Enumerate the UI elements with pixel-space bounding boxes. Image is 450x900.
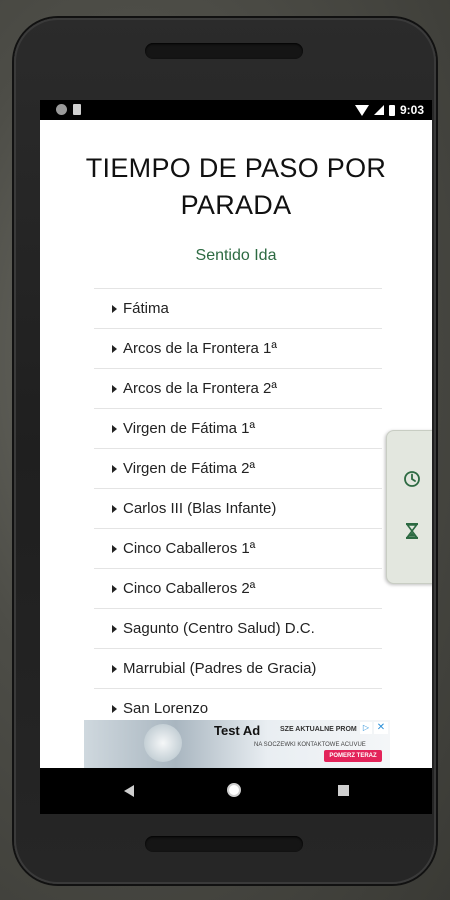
stop-list-item[interactable]: Arcos de la Frontera 2ª xyxy=(94,369,382,409)
stop-list-item[interactable]: Marrubial (Padres de Gracia) xyxy=(94,649,382,689)
bottom-speaker xyxy=(145,836,303,852)
caret-right-icon xyxy=(112,704,117,713)
stop-list-item[interactable]: Cinco Caballeros 2ª xyxy=(94,569,382,609)
stop-list-item[interactable]: Arcos de la Frontera 1ª xyxy=(94,329,382,369)
stop-label: Marrubial (Padres de Gracia) xyxy=(123,660,317,677)
stop-list: Fátima Arcos de la Frontera 1ª Arcos de … xyxy=(94,288,382,729)
ad-close-icon[interactable]: ✕ xyxy=(374,722,388,734)
ad-label: Test Ad xyxy=(214,723,261,738)
signal-icon xyxy=(373,105,384,115)
stop-list-item[interactable]: Sagunto (Centro Salud) D.C. xyxy=(94,609,382,649)
ad-subtext: NA SOCZEWKI KONTAKTOWE ACUVUE xyxy=(254,742,366,748)
caret-right-icon xyxy=(112,504,117,513)
direction-subtitle: Sentido Ida xyxy=(195,247,277,264)
ad-banner[interactable]: Test Ad SZE AKTUALNE PROM NA SOCZEWKI KO… xyxy=(84,720,390,768)
stop-label: Cinco Caballeros 1ª xyxy=(123,540,256,557)
caret-right-icon xyxy=(112,584,117,593)
status-bar: 9:03 xyxy=(40,100,432,120)
stop-label: San Lorenzo xyxy=(123,700,209,717)
caret-right-icon xyxy=(112,664,117,673)
stop-list-item[interactable]: Carlos III (Blas Infante) xyxy=(94,489,382,529)
stop-list-item[interactable]: Virgen de Fátima 2ª xyxy=(94,449,382,489)
battery-icon xyxy=(388,104,395,116)
hourglass-icon[interactable] xyxy=(402,521,422,541)
caret-right-icon xyxy=(112,304,117,313)
caret-right-icon xyxy=(112,424,117,433)
notification-sim-icon xyxy=(73,104,81,115)
top-speaker xyxy=(145,43,303,59)
stop-list-item[interactable]: Cinco Caballeros 1ª xyxy=(94,529,382,569)
page-title: TIEMPO DE PASO POR PARADA xyxy=(85,153,387,220)
navigation-bar xyxy=(40,768,432,814)
stop-label: Virgen de Fátima 1ª xyxy=(123,420,256,437)
stop-list-item[interactable]: Fátima xyxy=(94,289,382,329)
stop-label: Arcos de la Frontera 2ª xyxy=(123,380,277,397)
home-icon[interactable] xyxy=(227,783,241,797)
stop-label: Carlos III (Blas Infante) xyxy=(123,500,277,517)
clock-icon[interactable] xyxy=(402,469,422,489)
stop-label: Cinco Caballeros 2ª xyxy=(123,580,256,597)
floating-action-panel xyxy=(386,430,432,584)
ad-cta-button[interactable]: POMERZ TERAZ xyxy=(324,750,382,762)
phone-frame: 9:03 TIEMPO DE PASO POR PARADA Sentido I… xyxy=(14,18,436,884)
stop-label: Virgen de Fátima 2ª xyxy=(123,460,256,477)
recent-apps-icon[interactable] xyxy=(338,785,349,796)
stop-list-item[interactable]: Virgen de Fátima 1ª xyxy=(94,409,382,449)
status-time: 9:03 xyxy=(399,103,424,117)
caret-right-icon xyxy=(112,624,117,633)
stop-label: Sagunto (Centro Salud) D.C. xyxy=(123,620,315,637)
caret-right-icon xyxy=(112,464,117,473)
caret-right-icon xyxy=(112,344,117,353)
ad-headline: SZE AKTUALNE PROM xyxy=(280,726,357,733)
ad-info-icon[interactable]: ▷ xyxy=(360,722,372,734)
screen: 9:03 TIEMPO DE PASO POR PARADA Sentido I… xyxy=(40,100,432,814)
ad-image xyxy=(144,724,182,762)
caret-right-icon xyxy=(112,384,117,393)
stop-label: Arcos de la Frontera 1ª xyxy=(123,340,277,357)
stop-label: Fátima xyxy=(123,300,169,317)
wifi-icon xyxy=(354,104,369,116)
notification-dot-icon xyxy=(56,104,67,115)
back-icon[interactable] xyxy=(124,785,134,797)
caret-right-icon xyxy=(112,544,117,553)
